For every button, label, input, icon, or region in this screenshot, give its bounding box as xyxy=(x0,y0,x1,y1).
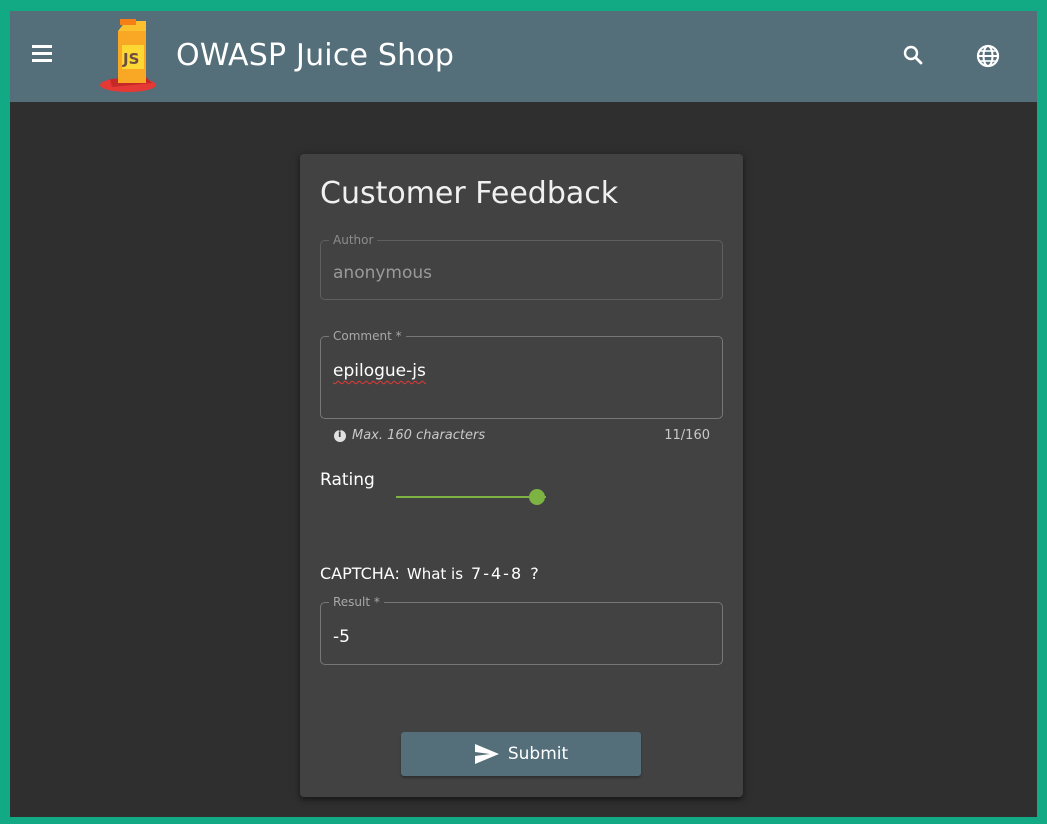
author-field: Author anonymous xyxy=(320,233,723,300)
result-label: Result * xyxy=(329,595,384,609)
rating-label: Rating xyxy=(320,470,375,490)
captcha-expression: 7-4-8 ? xyxy=(471,564,541,583)
info-icon xyxy=(334,429,346,442)
captcha-question-text: What is xyxy=(406,565,464,583)
captcha-question: CAPTCHA: What is 7-4-8 ? xyxy=(320,564,541,583)
comment-hint: Max. 160 characters xyxy=(352,428,486,443)
comment-label: Comment * xyxy=(329,329,406,343)
menu-icon[interactable] xyxy=(32,45,52,63)
search-icon[interactable] xyxy=(899,41,929,71)
app-viewport: JS OWASP Juice Shop Customer Feedback Au… xyxy=(10,11,1037,817)
screenshot-frame: JS OWASP Juice Shop Customer Feedback Au… xyxy=(0,0,1047,824)
rating-slider-thumb[interactable] xyxy=(529,489,545,505)
author-value: anonymous xyxy=(333,263,433,283)
send-icon xyxy=(474,744,499,764)
captcha-label: CAPTCHA: xyxy=(320,564,400,583)
globe-icon[interactable] xyxy=(973,41,1003,71)
top-toolbar: JS OWASP Juice Shop xyxy=(10,11,1037,102)
feedback-card: Customer Feedback Author anonymous Comme… xyxy=(300,154,743,797)
comment-char-counter: 11/160 xyxy=(664,428,710,443)
comment-value[interactable]: epilogue-js xyxy=(333,361,426,381)
logo-text: JS xyxy=(122,50,139,68)
rating-slider-track[interactable] xyxy=(396,496,546,498)
comment-hint-row: Max. 160 characters 11/160 xyxy=(334,428,710,443)
juice-shop-logo[interactable]: JS xyxy=(96,17,166,95)
rating-slider[interactable] xyxy=(396,487,546,507)
author-label: Author xyxy=(329,233,378,247)
page-title: Customer Feedback xyxy=(320,176,619,211)
result-value[interactable]: -5 xyxy=(333,627,350,647)
app-title[interactable]: OWASP Juice Shop xyxy=(176,38,454,73)
result-field[interactable]: Result * -5 xyxy=(320,595,723,665)
submit-label: Submit xyxy=(507,744,569,764)
comment-field[interactable]: Comment * epilogue-js xyxy=(320,329,723,419)
submit-button[interactable]: Submit xyxy=(401,732,641,776)
